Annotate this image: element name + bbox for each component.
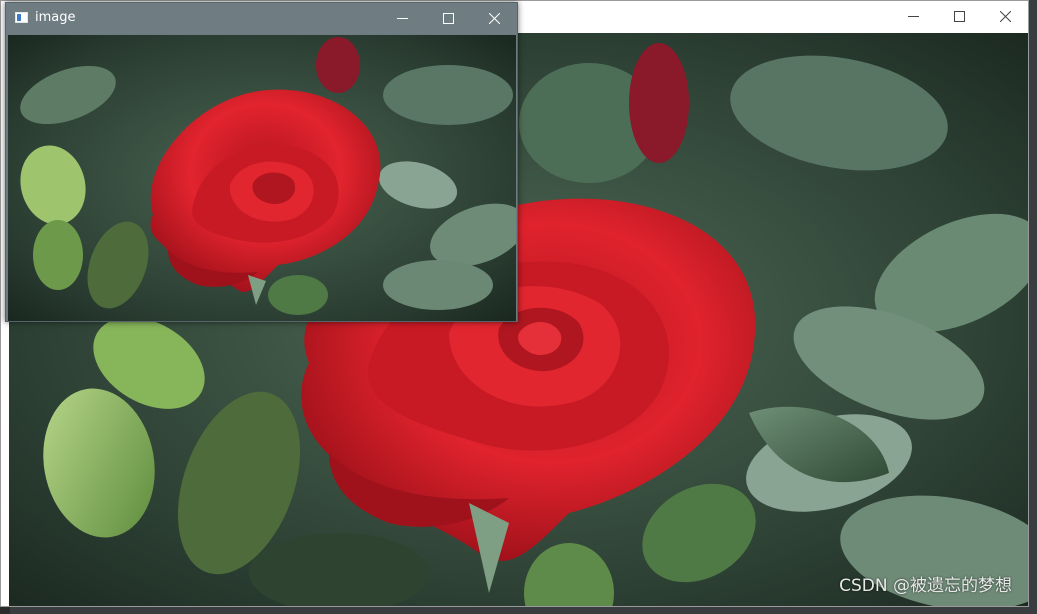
front-close-button[interactable]: [471, 3, 517, 34]
front-window-titlebar[interactable]: image: [6, 3, 517, 34]
back-window-controls: [890, 1, 1028, 32]
rose-photo-small: [8, 35, 516, 321]
back-maximize-button[interactable]: [936, 1, 982, 32]
app-window-icon: [15, 12, 28, 23]
maximize-icon: [442, 13, 454, 24]
front-maximize-button[interactable]: [425, 3, 471, 34]
csdn-watermark: CSDN @被遗忘的梦想: [839, 576, 1012, 596]
front-window-controls: [379, 3, 517, 34]
back-minimize-button[interactable]: [890, 1, 936, 32]
window-title: image: [35, 10, 76, 25]
minimize-icon: [907, 16, 919, 17]
maximize-icon: [953, 11, 965, 22]
front-image-window[interactable]: image: [5, 2, 518, 322]
close-icon: [999, 11, 1011, 22]
front-window-image: [8, 35, 516, 321]
minimize-icon: [396, 18, 408, 19]
close-icon: [488, 13, 500, 24]
back-close-button[interactable]: [982, 1, 1028, 32]
front-minimize-button[interactable]: [379, 3, 425, 34]
